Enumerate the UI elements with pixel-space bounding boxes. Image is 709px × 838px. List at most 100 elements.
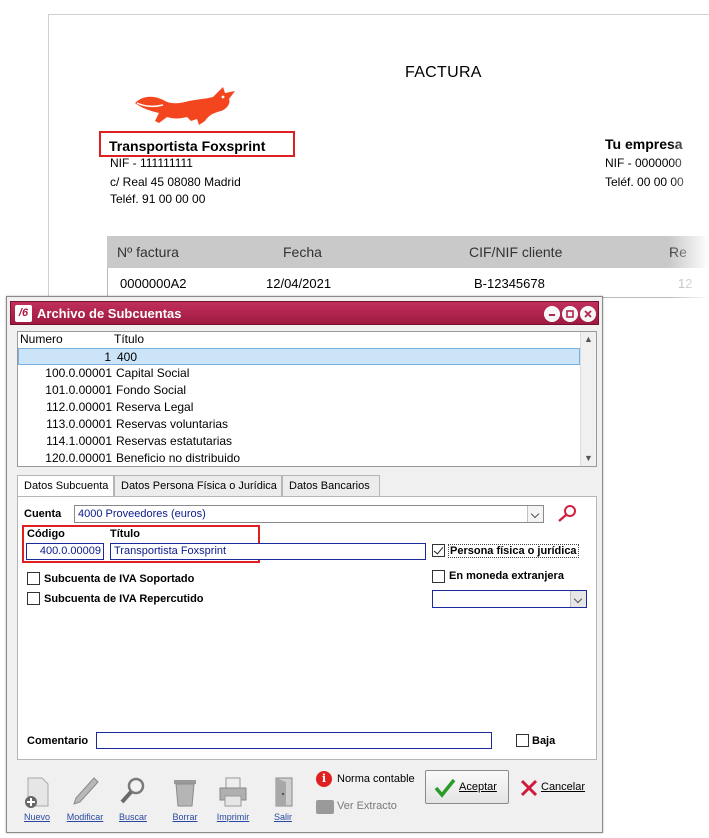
list-item-titulo: Reserva Legal (116, 400, 194, 414)
iva-repercutido-checkbox[interactable] (27, 592, 40, 605)
titulo-input[interactable]: Transportista Foxsprint (110, 543, 426, 560)
list-item-numero: 1 (104, 350, 111, 364)
issuer-phone: Teléf. 91 00 00 00 (110, 192, 206, 206)
borrar-label: Borrar (172, 812, 198, 822)
modificar-button[interactable]: Modificar (65, 772, 105, 828)
subcuentas-list[interactable]: Numero Título 1 400 100.0.00001 Capital … (17, 331, 597, 467)
invoice-document: FACTURA Transportista Foxsprint NIF - 11… (48, 14, 709, 314)
list-item-titulo: Reservas voluntarias (116, 417, 229, 431)
window-title: Archivo de Subcuentas (37, 306, 182, 321)
aceptar-button[interactable]: Aceptar (425, 770, 509, 804)
tab-panel-datos-subcuenta: Cuenta 4000 Proveedores (euros) Código T… (17, 496, 597, 760)
invoice-header-cell: Fecha (283, 244, 322, 260)
codigo-input[interactable]: 400.0.00009 (26, 543, 104, 560)
exit-door-icon (275, 777, 293, 807)
search-icon[interactable] (555, 503, 579, 523)
moneda-select[interactable] (432, 590, 587, 608)
printer-icon (219, 777, 247, 807)
chevron-down-icon[interactable] (527, 506, 543, 522)
invoice-cell: B-12345678 (474, 276, 545, 291)
list-item[interactable]: 112.0.00001 Reserva Legal (18, 399, 580, 416)
list-item[interactable]: 120.0.00001 Beneficio no distribuido (18, 450, 580, 466)
codigo-label: Código (27, 528, 65, 540)
list-item-titulo: Reservas estatutarias (116, 434, 233, 448)
persona-label[interactable]: Persona física o jurídica (448, 544, 579, 558)
cuenta-select[interactable]: 4000 Proveedores (euros) (74, 505, 544, 523)
list-item-titulo: Fondo Social (116, 383, 187, 397)
borrar-button[interactable]: Borrar (165, 772, 205, 828)
minimize-button[interactable] (544, 306, 560, 322)
cancelar-button[interactable]: Cancelar (517, 777, 599, 799)
aceptar-label: Aceptar (459, 781, 497, 793)
minimize-icon (549, 314, 555, 316)
list-item-numero: 120.0.00001 (45, 451, 112, 465)
list-item-titulo: Capital Social (116, 366, 190, 380)
extract-icon (316, 800, 334, 814)
list-item-titulo: Beneficio no distribuido (116, 451, 241, 465)
issuer-name: Transportista Foxsprint (109, 138, 266, 154)
scroll-down-icon[interactable]: ▼ (584, 453, 593, 463)
list-item[interactable]: 114.1.00001 Reservas estatutarias (18, 433, 580, 450)
trash-icon (174, 780, 196, 807)
salir-label: Salir (273, 812, 292, 822)
cross-icon (520, 779, 538, 797)
invoice-cell: 12/04/2021 (266, 276, 332, 291)
subcuentas-dialog: /6 Archivo de Subcuentas Numero Título 1… (6, 296, 603, 833)
invoice-fade (669, 115, 709, 314)
title-bar[interactable]: /6 Archivo de Subcuentas (10, 301, 599, 325)
fox-logo (135, 87, 235, 125)
list-header: Numero Título (18, 332, 580, 347)
list-item-numero: 100.0.00001 (45, 366, 112, 380)
close-button[interactable] (580, 306, 596, 322)
comentario-label: Comentario (27, 735, 89, 747)
norma-contable-link[interactable]: Norma contable (337, 773, 415, 785)
checkmark-icon (434, 778, 456, 798)
imprimir-button[interactable]: Imprimir (213, 772, 253, 828)
list-item-numero: 113.0.00001 (46, 417, 112, 431)
tab-datos-bancarios[interactable]: Datos Bancarios (282, 475, 380, 496)
nuevo-label: Nuevo (23, 812, 50, 822)
maximize-button[interactable] (562, 306, 578, 322)
salir-button[interactable]: Salir (263, 772, 303, 828)
moneda-checkbox[interactable] (432, 570, 445, 583)
list-scrollbar[interactable]: ▲ ▼ (580, 332, 596, 466)
invoice-title: FACTURA (405, 64, 482, 81)
cuenta-label: Cuenta (24, 508, 62, 520)
tab-datos-subcuenta[interactable]: Datos Subcuenta (17, 475, 114, 497)
buscar-label: Buscar (118, 812, 147, 822)
cuenta-select-value: 4000 Proveedores (euros) (78, 508, 206, 520)
maximize-icon (566, 310, 574, 318)
cancelar-label: Cancelar (541, 781, 586, 793)
column-header-numero[interactable]: Numero (20, 332, 63, 346)
info-icon[interactable]: i (316, 771, 332, 787)
invoice-cell: 0000000A2 (120, 276, 187, 291)
modificar-label: Modificar (66, 812, 104, 822)
imprimir-label: Imprimir (216, 812, 250, 822)
ver-extracto-link[interactable]: Ver Extracto (337, 800, 397, 812)
iva-soportado-label: Subcuenta de IVA Soportado (44, 573, 195, 585)
comentario-input[interactable] (96, 732, 492, 749)
nuevo-button[interactable]: Nuevo (17, 772, 57, 828)
buscar-button[interactable]: Buscar (113, 772, 153, 828)
scroll-up-icon[interactable]: ▲ (584, 334, 593, 344)
pencil-icon (73, 777, 99, 805)
tab-datos-persona[interactable]: Datos Persona Física o Jurídica (114, 475, 282, 496)
persona-checkbox[interactable] (432, 544, 445, 557)
magnifier-icon (120, 777, 145, 804)
issuer-address: c/ Real 45 08080 Madrid (110, 175, 241, 189)
invoice-header-cell: CIF/NIF cliente (469, 244, 563, 260)
list-item-numero: 101.0.00001 (45, 383, 112, 397)
baja-checkbox[interactable] (516, 734, 529, 747)
issuer-nif: NIF - 111111111 (110, 156, 193, 170)
invoice-table-header: Nº factura Fecha CIF/NIF cliente Re (107, 236, 709, 268)
list-item[interactable]: 113.0.00001 Reservas voluntarias (18, 416, 580, 433)
list-item[interactable]: 101.0.00001 Fondo Social (18, 382, 580, 399)
new-document-icon (25, 777, 49, 808)
close-icon (584, 310, 592, 318)
list-item[interactable]: 1 400 (18, 348, 580, 365)
column-header-titulo[interactable]: Título (114, 332, 144, 346)
list-item-titulo: 400 (117, 350, 138, 364)
iva-soportado-checkbox[interactable] (27, 572, 40, 585)
chevron-down-icon[interactable] (570, 591, 586, 607)
list-item[interactable]: 100.0.00001 Capital Social (18, 365, 580, 382)
